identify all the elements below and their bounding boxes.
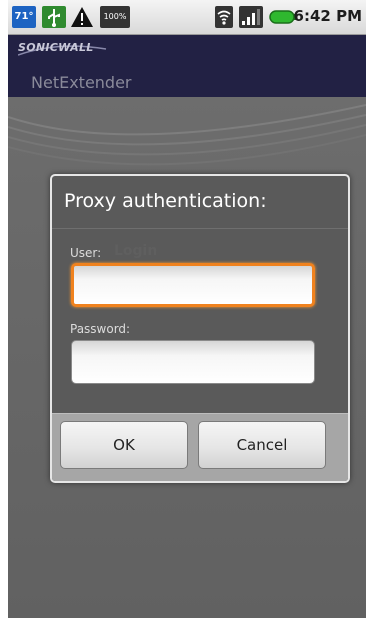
- signal-icon: [239, 6, 263, 28]
- cancel-button[interactable]: Cancel: [198, 421, 326, 469]
- user-field[interactable]: [71, 263, 315, 307]
- phone-screen: 71° 100% 6:42 PM SONICWALL NetExtender P…: [8, 0, 366, 618]
- logo-text: SONICWALL: [18, 41, 94, 54]
- temperature-icon: 71°: [12, 6, 36, 28]
- proxy-auth-dialog: Proxy authentication: User: Login Passwo…: [50, 174, 350, 483]
- user-label: User:: [70, 246, 102, 260]
- dialog-title: Proxy authentication:: [64, 190, 267, 212]
- user-hint: Login: [114, 243, 158, 259]
- password-label: Password:: [70, 322, 131, 336]
- battery-full-icon: 100%: [100, 6, 130, 28]
- title-bar: SONICWALL NetExtender: [8, 35, 366, 97]
- status-bar: 71° 100% 6:42 PM: [8, 0, 366, 35]
- ok-button[interactable]: OK: [60, 421, 188, 469]
- wifi-icon: [215, 6, 233, 28]
- warning-icon: [71, 7, 93, 27]
- dialog-divider: [52, 228, 348, 229]
- clock: 6:42 PM: [293, 7, 362, 25]
- dialog-button-bar: OK Cancel: [52, 413, 348, 481]
- usb-icon: [42, 6, 66, 28]
- password-field[interactable]: [71, 340, 315, 384]
- app-title: NetExtender: [31, 73, 132, 92]
